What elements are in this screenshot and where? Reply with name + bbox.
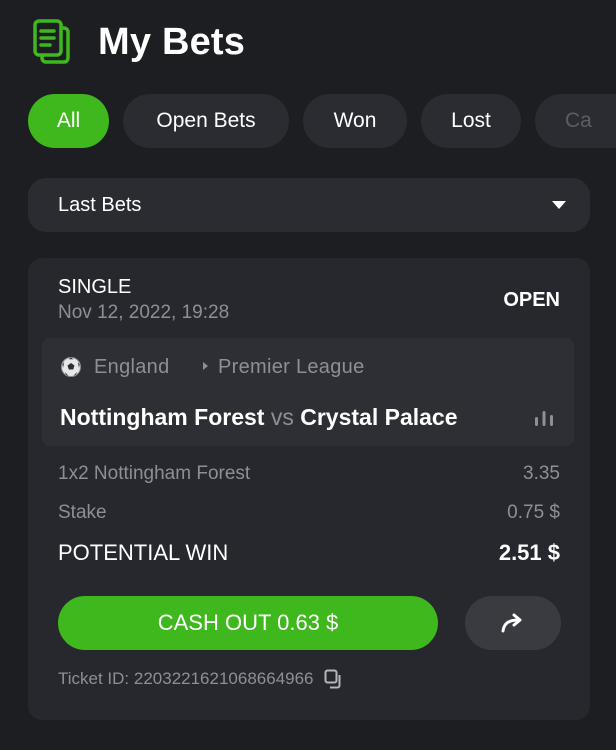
home-team: Nottingham Forest	[60, 404, 265, 430]
event-match: Nottingham Forest vs Crystal Palace	[60, 404, 500, 431]
filter-tab-all[interactable]: All	[28, 94, 109, 148]
selection-odds: 3.35	[523, 463, 560, 484]
potential-win-value: 2.51 $	[498, 540, 560, 565]
bet-date: Nov 12, 2022, 19:28	[58, 302, 230, 323]
event-country: England	[94, 356, 170, 378]
cash-out-button[interactable]: CASH OUT 0.63 $	[58, 596, 438, 650]
soccer-ball-icon	[61, 357, 81, 377]
potential-win-row: POTENTIAL WIN 2.51 $	[58, 540, 560, 566]
page-header: My Bets	[32, 14, 245, 70]
bet-status: OPEN	[503, 289, 560, 311]
ticket-id-row: Ticket ID: 2203221621068664966	[58, 669, 344, 689]
filter-tab-cancelled[interactable]: Ca	[535, 94, 616, 148]
page-title: My Bets	[98, 20, 246, 63]
selection-label: 1x2 Nottingham Forest	[58, 463, 251, 484]
vs-label: vs	[270, 404, 294, 430]
bet-type: SINGLE	[58, 276, 132, 298]
event-league: Premier League	[218, 356, 365, 378]
bets-document-icon	[33, 19, 70, 64]
filter-tab-open-bets[interactable]: Open Bets	[123, 94, 289, 148]
filter-tab-won[interactable]: Won	[303, 94, 407, 148]
stats-bars-icon[interactable]	[534, 410, 554, 426]
selection-row: 1x2 Nottingham Forest 3.35	[58, 463, 560, 485]
ticket-id: Ticket ID: 2203221621068664966	[58, 669, 314, 688]
potential-win-label: POTENTIAL WIN	[58, 540, 229, 565]
filter-tab-lost[interactable]: Lost	[421, 94, 521, 148]
bet-filter-tabs: All Open Bets Won Lost Ca	[28, 94, 616, 150]
stake-value: 0.75 $	[507, 502, 560, 523]
stake-row: Stake 0.75 $	[58, 502, 560, 524]
share-arrow-icon	[501, 613, 522, 633]
caret-down-icon	[552, 201, 566, 209]
period-dropdown[interactable]: Last Bets	[28, 178, 590, 232]
copy-icon[interactable]	[324, 669, 344, 689]
event-box[interactable]: England Premier League Nottingham Forest…	[42, 338, 574, 446]
share-button[interactable]	[465, 596, 561, 650]
bet-card[interactable]: SINGLE Nov 12, 2022, 19:28 OPEN England …	[28, 258, 590, 720]
away-team: Crystal Palace	[300, 404, 458, 430]
stake-label: Stake	[58, 502, 107, 523]
breadcrumb-separator-icon	[203, 362, 208, 370]
period-dropdown-value: Last Bets	[58, 193, 142, 216]
